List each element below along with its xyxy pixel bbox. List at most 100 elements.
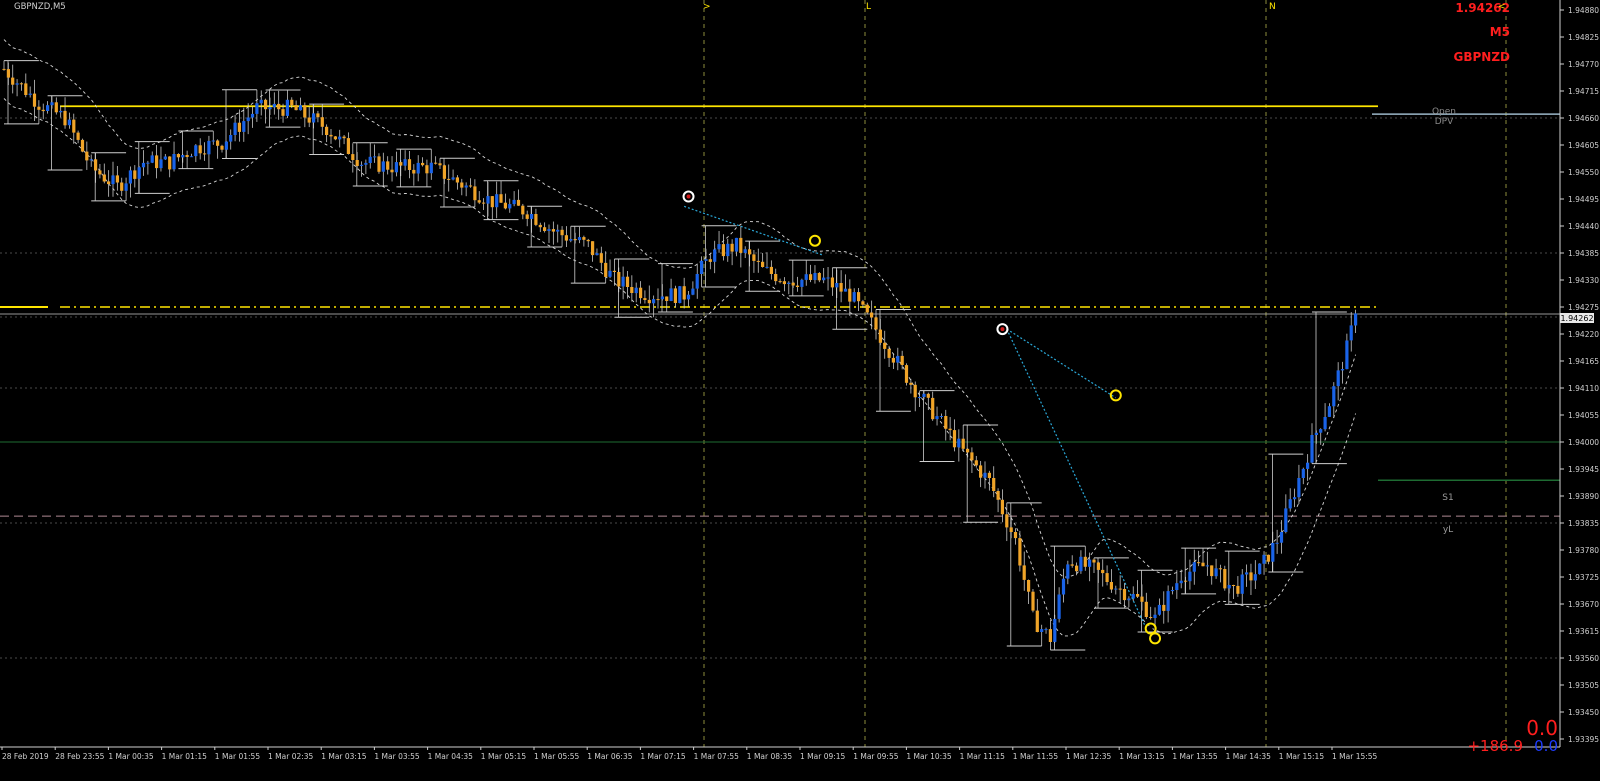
candle-body <box>922 393 926 397</box>
candle-body <box>1088 559 1092 567</box>
candle-body <box>429 162 433 174</box>
candle-body <box>338 136 342 140</box>
x-tick-label: 1 Mar 08:35 <box>747 752 793 761</box>
candle-body <box>1266 554 1270 562</box>
candle-body <box>1349 325 1353 341</box>
candle-body <box>1301 468 1305 478</box>
candle-body <box>1005 514 1009 528</box>
candle-body <box>1262 554 1266 564</box>
candle-body <box>682 286 686 300</box>
dpv-label: DPV <box>1435 117 1454 127</box>
candle-body <box>835 283 839 288</box>
candle-body <box>534 214 538 225</box>
candle-body <box>6 69 10 78</box>
candle-body <box>1153 614 1157 618</box>
candle-body <box>1118 588 1122 590</box>
info-timeframe: M5 <box>1490 25 1510 39</box>
x-tick-label: 1 Mar 01:15 <box>162 752 208 761</box>
candle-body <box>63 110 67 126</box>
yl-label: yL <box>1443 525 1453 535</box>
candle-body <box>630 287 634 293</box>
candle-body <box>377 156 381 172</box>
candle-body <box>211 140 215 142</box>
candle-body <box>115 175 119 183</box>
candle-body <box>970 452 974 461</box>
candle-body <box>464 185 468 188</box>
candle-body <box>1214 568 1218 577</box>
candle-body <box>1345 340 1349 370</box>
candle-body <box>1048 629 1052 642</box>
candle-body <box>2 68 6 70</box>
candle-body <box>739 237 743 253</box>
candle-body <box>298 105 303 111</box>
price-chart[interactable]: 1.93395 1.93450 1.93505 1.93560 1.93615 1.936… <box>0 0 1600 777</box>
candle-body <box>425 165 429 174</box>
candle-body <box>455 177 459 183</box>
candle-body <box>277 103 281 110</box>
y-tick-label: 1.94605 <box>1568 141 1599 150</box>
candle-body <box>512 199 516 205</box>
candle-body <box>909 382 913 385</box>
y-tick-label: 1.94055 <box>1568 411 1599 420</box>
candle-body <box>582 237 586 240</box>
candle-body <box>586 239 590 242</box>
chart-canvas[interactable]: 1.93395 1.93450 1.93505 1.93560 1.93615 1.936… <box>0 0 1600 777</box>
y-tick-label: 1.94660 <box>1568 114 1599 123</box>
candle-body <box>290 99 294 106</box>
candle <box>678 285 682 304</box>
candle-body <box>355 160 359 166</box>
candle-body <box>503 202 507 209</box>
sell-signal-marker-dot <box>1000 327 1005 332</box>
candle-body <box>983 472 987 478</box>
candle-body <box>1101 569 1105 574</box>
candle-body <box>386 161 390 170</box>
candle-body <box>80 139 85 152</box>
bottom-value-right: 0.0 <box>1534 737 1558 755</box>
candle-body <box>1314 432 1318 435</box>
candle-body <box>591 241 595 256</box>
candle-body <box>1066 564 1070 579</box>
candle <box>80 138 85 153</box>
candle-body <box>726 243 730 257</box>
candle-body <box>250 113 255 118</box>
candle-body <box>708 259 712 262</box>
candle-body <box>756 260 760 262</box>
candle-body <box>952 430 957 448</box>
buy-signal-marker-dot <box>1148 626 1153 631</box>
candle-body <box>146 162 150 164</box>
candle-body <box>1236 585 1240 594</box>
candle-body <box>438 163 442 166</box>
candle-body <box>700 260 704 274</box>
x-tick-label: 1 Mar 06:35 <box>587 752 633 761</box>
candle-body <box>678 286 682 303</box>
candle-body <box>1240 574 1244 594</box>
y-tick-label: 1.94825 <box>1568 33 1599 42</box>
candle-body <box>255 103 259 114</box>
x-tick-label: 1 Mar 15:55 <box>1332 752 1378 761</box>
candle-body <box>1166 591 1170 611</box>
candle-body <box>944 416 948 429</box>
candle-body <box>1249 572 1253 581</box>
candle-body <box>966 448 970 453</box>
bottom-value-left: +186.9 <box>1467 737 1523 755</box>
candle-body <box>673 288 677 303</box>
candle-body <box>704 259 708 261</box>
candle-body <box>1170 590 1175 592</box>
y-tick-label: 1.94440 <box>1568 222 1599 231</box>
candle-body <box>639 287 643 299</box>
candle-body <box>1127 598 1131 601</box>
candle-body <box>285 99 289 116</box>
candle-body <box>482 202 486 204</box>
candle-body <box>625 276 630 287</box>
candle-body <box>774 274 778 282</box>
x-tick-label: 1 Mar 00:35 <box>108 752 154 761</box>
y-tick-label: 1.94495 <box>1568 195 1599 204</box>
x-tick-label: 1 Mar 13:15 <box>1119 752 1165 761</box>
x-tick-label: 1 Mar 01:55 <box>215 752 261 761</box>
open-label: Open <box>1432 107 1456 117</box>
candle-body <box>1310 435 1314 463</box>
candle-body <box>813 273 817 280</box>
candle-body <box>421 162 425 166</box>
candle-body <box>1096 562 1100 570</box>
buy-signal-marker-dot <box>812 238 817 243</box>
